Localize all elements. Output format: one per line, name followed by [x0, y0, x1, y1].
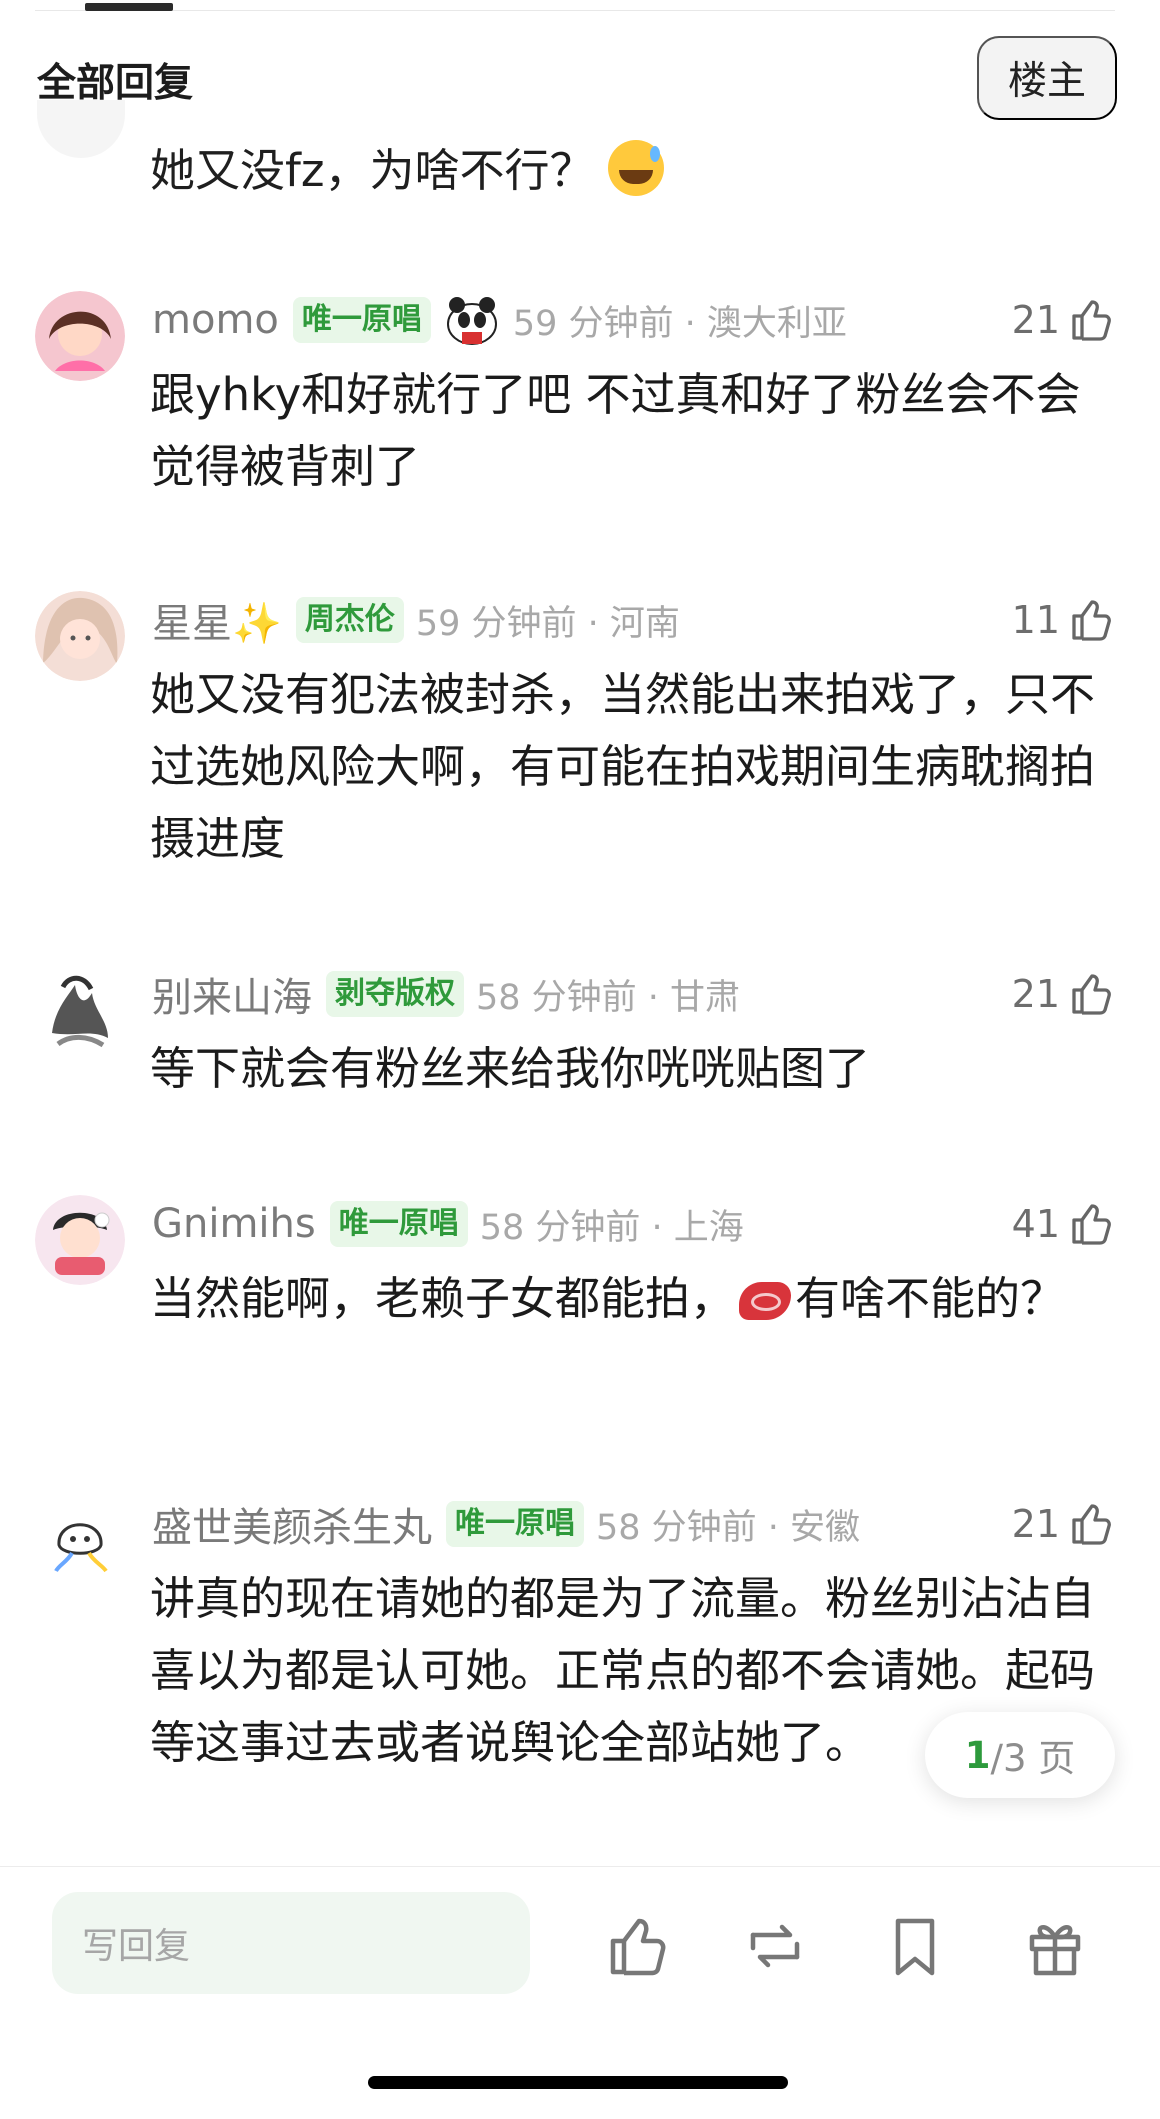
avatar[interactable] — [35, 291, 125, 381]
thumbs-up-icon — [1072, 1504, 1111, 1545]
avatar[interactable] — [35, 591, 125, 681]
like-button[interactable]: 21 — [1012, 965, 1116, 1023]
like-count: 21 — [1011, 298, 1060, 342]
sweat-smile-emoji-icon — [608, 140, 665, 196]
comment-meta: Gnimihs 唯一原唱 58 分钟前 · 上海 — [152, 1195, 744, 1253]
thumbs-up-icon — [1072, 300, 1111, 341]
comment-meta: momo 唯一原唱 59 分钟前 · 澳大利亚 — [152, 291, 847, 349]
comment-text: 当然能啊，老赖子女都能拍， 有啥不能的？ — [150, 1263, 1120, 1335]
gift-button[interactable] — [1020, 1911, 1090, 1981]
home-indicator — [368, 2076, 788, 2089]
thumbs-up-icon — [610, 1918, 666, 1976]
avatar[interactable] — [35, 1195, 125, 1285]
comment-text: 等下就会有粉丝来给我你咣咣贴图了 — [150, 1042, 871, 1095]
repost-icon — [750, 1924, 800, 1968]
like-count: 21 — [1011, 1502, 1060, 1546]
panda-sticker-icon — [443, 292, 501, 348]
username[interactable]: momo — [152, 297, 279, 343]
partial-avatar[interactable] — [37, 100, 125, 158]
comment-time-location: 58 分钟前 · 甘肃 — [476, 977, 741, 1018]
comment-text-end: 有啥不能的？ — [795, 1272, 1066, 1325]
like-button[interactable]: 11 — [1012, 591, 1116, 649]
thumbs-up-icon — [1072, 1204, 1111, 1245]
steak-emoji-icon — [739, 1282, 792, 1320]
bookmark-icon — [895, 1918, 935, 1976]
avatar[interactable] — [35, 965, 125, 1055]
current-page: 1 — [964, 1733, 991, 1777]
like-count: 41 — [1011, 1202, 1060, 1246]
comment-meta: 别来山海 剥夺版权 58 分钟前 · 甘肃 — [152, 965, 740, 1023]
comment-time-location: 59 分钟前 · 河南 — [415, 603, 680, 644]
reply-input[interactable]: 写回复 — [52, 1892, 530, 1994]
favorite-button[interactable] — [880, 1911, 950, 1981]
thumbs-up-icon — [1072, 974, 1111, 1015]
fan-badge[interactable]: 剥夺版权 — [326, 971, 464, 1017]
fan-badge[interactable]: 唯一原唱 — [292, 297, 431, 343]
fan-badge[interactable]: 唯一原唱 — [446, 1501, 584, 1547]
comment-time-location: 59 分钟前 · 澳大利亚 — [512, 303, 847, 344]
username[interactable]: 盛世美颜杀生丸 — [152, 1495, 432, 1553]
avatar[interactable] — [35, 1495, 125, 1585]
username[interactable]: Gnimihs — [152, 1201, 316, 1247]
top-divider — [35, 10, 1115, 11]
comment-meta: 盛世美颜杀生丸 唯一原唱 58 分钟前 · 安徽 — [152, 1495, 860, 1553]
bottom-action-bar: 写回复 — [0, 1866, 1160, 2119]
page-indicator-button[interactable]: 1/3 页 — [925, 1712, 1115, 1798]
like-count: 21 — [1011, 972, 1060, 1016]
partial-comment-text: 她又没fz，为啥不行？ — [150, 140, 665, 201]
username[interactable]: 别来山海 — [152, 965, 312, 1023]
like-post-button[interactable] — [606, 1911, 676, 1981]
thumbs-up-icon — [1072, 600, 1111, 641]
fan-badge[interactable]: 唯一原唱 — [329, 1201, 468, 1247]
gift-icon — [1029, 1925, 1081, 1976]
like-button[interactable]: 21 — [1012, 1495, 1116, 1553]
reply-header: 全部回复 楼主 — [0, 30, 1160, 126]
comment-time-location: 58 分钟前 · 上海 — [479, 1207, 744, 1248]
repost-button[interactable] — [740, 1911, 810, 1981]
comment-meta: 星星✨ 周杰伦 59 分钟前 · 河南 — [152, 591, 680, 649]
username[interactable]: 星星✨ — [152, 591, 282, 649]
fan-badge[interactable]: 周杰伦 — [295, 597, 404, 643]
op-filter-button[interactable]: 楼主 — [977, 36, 1117, 120]
comment-time-location: 58 分钟前 · 安徽 — [596, 1507, 861, 1548]
like-button[interactable]: 21 — [1012, 291, 1116, 349]
page-total: /3 页 — [990, 1737, 1076, 1780]
comment-text: 她又没有犯法被封杀，当然能出来拍戏了，只不过选她风险大啊，有可能在拍戏期间生病耽… — [150, 668, 1096, 865]
comment-text-start: 当然能啊，老赖子女都能拍， — [150, 1272, 736, 1325]
active-tab-indicator — [85, 3, 173, 11]
like-count: 11 — [1011, 598, 1060, 642]
like-button[interactable]: 41 — [1012, 1195, 1116, 1253]
comment-text: 跟yhky和好就行了吧 不过真和好了粉丝会不会觉得被背刺了 — [150, 368, 1081, 493]
